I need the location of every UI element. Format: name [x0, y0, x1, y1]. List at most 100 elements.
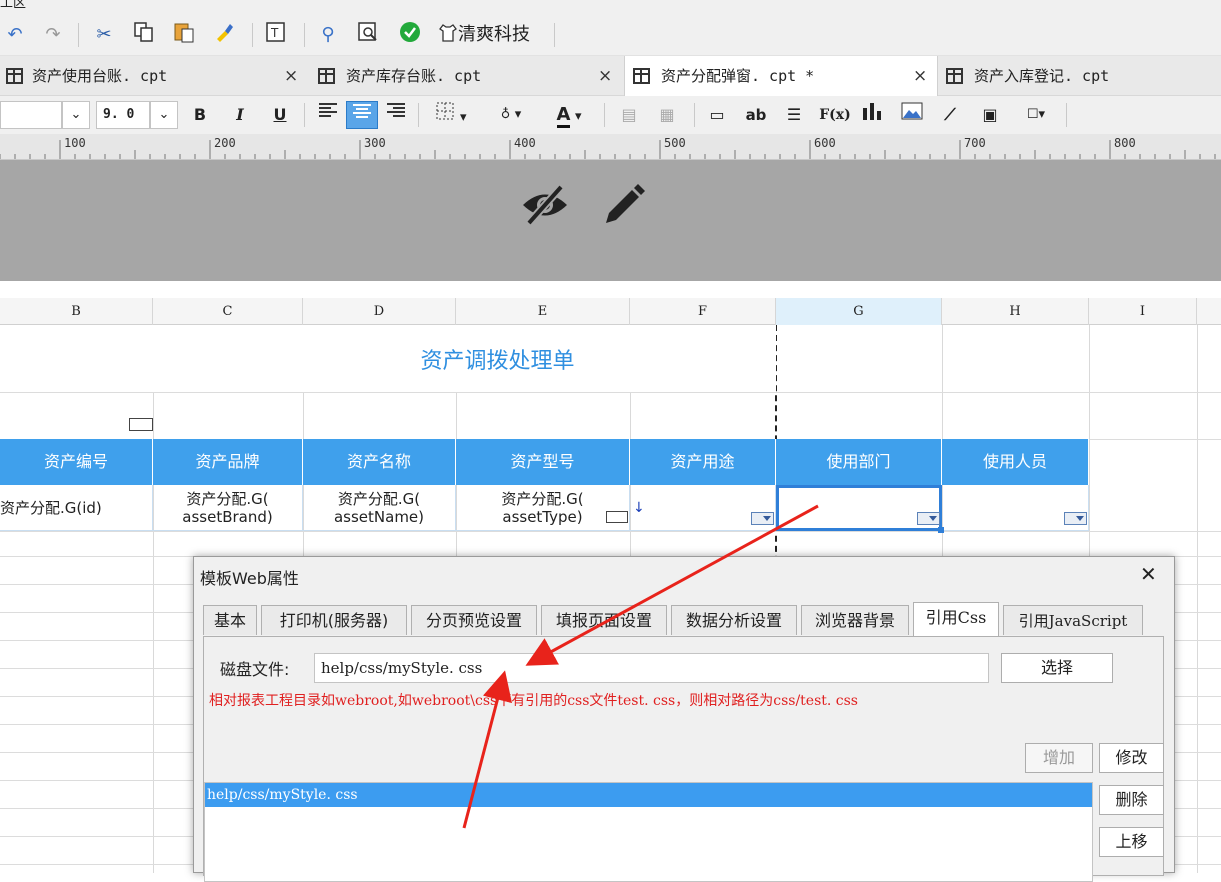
italic-button[interactable]: I: [228, 101, 252, 129]
header-asset-brand: 资产品牌: [153, 439, 303, 485]
frame-icon[interactable]: ☐▾: [1014, 101, 1058, 129]
template-icon[interactable]: T: [262, 21, 290, 49]
slash-icon[interactable]: ⟋: [936, 101, 964, 129]
tab-basic[interactable]: 基本: [203, 605, 257, 635]
check-icon[interactable]: [396, 21, 424, 49]
column-header-d[interactable]: D: [303, 298, 456, 325]
tab-asset-allocation[interactable]: 资产分配弹窗. cpt * ×: [624, 56, 938, 96]
dropdown-widget-icon[interactable]: [751, 512, 774, 525]
copy-icon[interactable]: [130, 21, 158, 49]
grid-icon: [946, 68, 963, 84]
text-icon[interactable]: ab: [742, 101, 770, 129]
cell-asset-type[interactable]: 资产分配.G(assetType): [456, 485, 630, 531]
column-header-i[interactable]: I: [1089, 298, 1197, 325]
close-icon[interactable]: ✕: [1140, 562, 1157, 586]
column-header-h[interactable]: H: [942, 298, 1089, 325]
list-item[interactable]: help/css/myStyle. css: [205, 783, 1092, 807]
close-icon[interactable]: ×: [913, 56, 927, 96]
tab-fill-page[interactable]: 填报页面设置: [541, 605, 667, 635]
tab-data-analysis[interactable]: 数据分析设置: [671, 605, 797, 635]
bold-button[interactable]: B: [188, 101, 212, 129]
font-color-icon[interactable]: A ▾: [544, 101, 594, 129]
tab-css[interactable]: 引用Css: [913, 602, 999, 636]
tab-browser-background[interactable]: 浏览器背景: [801, 605, 909, 635]
preview-icon[interactable]: [354, 21, 382, 49]
cell-asset-name[interactable]: 资产分配.G(assetName): [303, 485, 456, 531]
header-band: [0, 160, 1221, 281]
close-icon[interactable]: ×: [598, 56, 612, 96]
border-icon[interactable]: ▾: [426, 101, 476, 129]
template-web-properties-dialog: 模板Web属性 ✕ 基本 打印机(服务器) 分页预览设置 填报页面设置 数据分析…: [193, 556, 1175, 882]
cell-asset-id[interactable]: 资产分配.G(id): [0, 485, 153, 531]
dropdown-widget-icon[interactable]: [1064, 512, 1087, 525]
brand-label[interactable]: 清爽科技: [438, 21, 530, 49]
merge-icon[interactable]: ▤: [616, 101, 642, 129]
grid-icon: [318, 68, 335, 84]
chart-icon[interactable]: [858, 101, 886, 129]
formula-icon[interactable]: F(x): [818, 101, 852, 129]
eye-slash-icon[interactable]: [520, 180, 570, 230]
align-right-icon[interactable]: [382, 101, 410, 129]
tab-asset-stock[interactable]: 资产库存台账. cpt ×: [312, 56, 624, 96]
textbox-widget-icon[interactable]: [606, 511, 628, 523]
dialog-title: 模板Web属性: [200, 569, 299, 588]
selection-handle[interactable]: [938, 527, 944, 533]
underline-button[interactable]: U: [268, 101, 292, 129]
shirt-icon: [439, 24, 457, 42]
paragraph-icon[interactable]: ☰: [780, 101, 808, 129]
image-icon[interactable]: [898, 101, 926, 129]
align-center-icon[interactable]: [346, 101, 378, 129]
expand-down-icon: ↓: [633, 500, 645, 516]
align-left-icon[interactable]: [314, 101, 342, 129]
header-asset-type: 资产型号: [456, 439, 630, 485]
add-button[interactable]: 增加: [1025, 743, 1093, 773]
pencil-icon[interactable]: [598, 180, 648, 230]
main-toolbar: ↶ ↷ ✂ T ⚲ 清爽科技: [0, 14, 1221, 56]
delete-button[interactable]: 删除: [1099, 785, 1164, 815]
column-header-g[interactable]: G: [776, 298, 942, 325]
tab-asset-usage[interactable]: 资产使用台账. cpt ×: [0, 56, 312, 96]
column-header-e[interactable]: E: [456, 298, 630, 325]
format-painter-icon[interactable]: [210, 21, 238, 49]
column-header-b[interactable]: B: [0, 298, 153, 325]
column-header-c[interactable]: C: [153, 298, 303, 325]
cell-asset-brand[interactable]: 资产分配.G(assetBrand): [153, 485, 303, 531]
header-asset-usage: 资产用途: [630, 439, 776, 485]
tab-javascript[interactable]: 引用JavaScript: [1003, 605, 1143, 635]
fill-color-icon[interactable]: ♁ ▾: [486, 101, 536, 129]
close-icon[interactable]: ×: [284, 56, 298, 96]
column-headers: B C D E F G H I: [0, 298, 1221, 325]
dropdown-widget-icon[interactable]: [917, 512, 940, 525]
font-name-select[interactable]: [0, 101, 62, 129]
subreport-icon[interactable]: ▣: [976, 101, 1004, 129]
paste-icon[interactable]: [170, 21, 198, 49]
header-asset-name: 资产名称: [303, 439, 456, 485]
plugin-icon[interactable]: ⚲: [314, 21, 342, 49]
textfield-icon[interactable]: ▭: [704, 101, 730, 129]
tab-page-preview[interactable]: 分页预览设置: [411, 605, 537, 635]
disk-file-input[interactable]: help/css/myStyle. css: [314, 653, 989, 683]
disk-file-label: 磁盘文件:: [220, 660, 290, 679]
file-tabs: 资产使用台账. cpt × 资产库存台账. cpt × 资产分配弹窗. cpt …: [0, 56, 1221, 96]
css-file-list[interactable]: help/css/myStyle. css: [204, 782, 1093, 882]
unmerge-icon[interactable]: ▦: [654, 101, 680, 129]
font-size-input[interactable]: 9. 0: [96, 101, 150, 129]
modify-button[interactable]: 修改: [1099, 743, 1164, 773]
grid-icon: [633, 68, 650, 84]
select-button[interactable]: 选择: [1001, 653, 1113, 683]
redo-icon[interactable]: ↷: [40, 21, 66, 49]
font-name-dropdown[interactable]: ⌄: [62, 101, 90, 129]
widget-icon[interactable]: [129, 418, 153, 431]
column-header-f[interactable]: F: [630, 298, 776, 325]
ruler: 100 200 300 400 500 600 700 800: [0, 134, 1221, 160]
tab-printer[interactable]: 打印机(服务器): [261, 605, 407, 635]
move-up-button[interactable]: 上移: [1099, 827, 1164, 857]
header-asset-id: 资产编号: [0, 439, 153, 485]
cut-icon[interactable]: ✂: [90, 21, 118, 49]
window-title: 工区: [0, 0, 1221, 14]
tab-asset-inbound[interactable]: 资产入库登记. cpt: [938, 56, 1221, 96]
undo-icon[interactable]: ↶: [2, 21, 28, 49]
font-size-dropdown[interactable]: ⌄: [150, 101, 178, 129]
css-panel: 磁盘文件: help/css/myStyle. css 选择 相对报表工程目录如…: [203, 636, 1164, 882]
report-title: 资产调拨处理单: [420, 349, 575, 374]
